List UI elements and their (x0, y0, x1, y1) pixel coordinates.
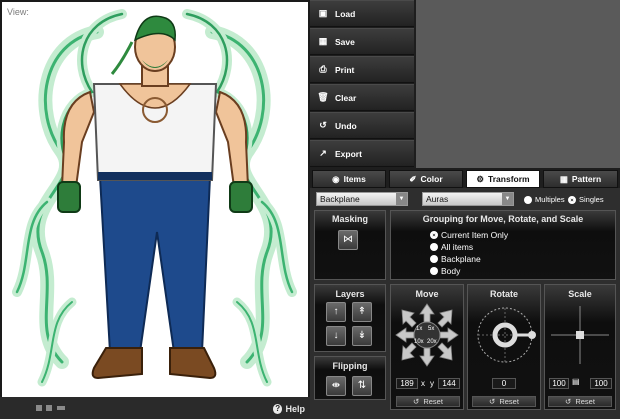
pose-body-icon[interactable] (46, 405, 52, 411)
trash-icon: 🗑 (317, 92, 329, 102)
move-x-field[interactable]: 189 (396, 378, 418, 389)
step-10x-button[interactable]: 10x (414, 339, 424, 345)
tab-transform[interactable]: ⚙ Transform (466, 170, 540, 188)
flip-vertical-button[interactable]: ⇅ (352, 376, 372, 396)
x-label: x (421, 379, 425, 388)
grouping-option-current[interactable]: Current Item Only (430, 230, 508, 240)
reset-icon: ↺ (489, 397, 496, 406)
layer-bottom-button[interactable]: ↡ (352, 326, 372, 346)
radio-icon (430, 243, 438, 251)
reset-icon: ↺ (565, 397, 572, 406)
grouping-option-backplane[interactable]: Backplane (430, 254, 481, 264)
step-5x-button[interactable]: 5x (428, 326, 434, 332)
step-1x-button[interactable]: 1x (416, 326, 422, 332)
chevron-down-icon: ▼ (396, 193, 407, 205)
rotate-title: Rotate (489, 289, 518, 299)
scale-x-field[interactable]: 100 (549, 378, 569, 389)
scale-reset-button[interactable]: ↺ Reset (548, 396, 612, 407)
radio-selected-icon (568, 195, 576, 204)
layer-top-button[interactable]: ↟ (352, 302, 372, 322)
export-icon: ↗ (319, 148, 327, 158)
checker-icon: ▦ (559, 173, 568, 184)
singles-radio[interactable]: Singles (568, 195, 604, 204)
help-icon: ? (273, 404, 283, 414)
floppy-icon: ▦ (318, 36, 328, 46)
grouping-option-all[interactable]: All items (430, 242, 473, 252)
printer-icon: ⎙ (319, 64, 327, 74)
radio-icon (430, 255, 438, 263)
multiples-radio[interactable]: Multiples (524, 195, 565, 204)
character-canvas[interactable] (2, 2, 308, 397)
arrow-up-icon: ↑ (333, 306, 339, 317)
mask-icon: ⋈ (343, 234, 353, 245)
layer-down-button[interactable]: ↓ (326, 326, 346, 346)
undo-button[interactable]: ↺ Undo (310, 112, 414, 139)
scale-y-field[interactable]: 100 (590, 378, 612, 389)
help-button[interactable]: ? Help (273, 402, 305, 416)
move-y-field[interactable]: 144 (438, 378, 460, 389)
radio-icon (524, 195, 532, 204)
export-button[interactable]: ↗ Export (310, 140, 414, 167)
undo-icon: ↺ (319, 120, 327, 130)
mask-toggle-button[interactable]: ⋈ (338, 230, 358, 250)
masking-title: Masking (331, 214, 368, 224)
tab-pattern[interactable]: ▦ Pattern (543, 170, 618, 188)
scale-title: Scale (568, 289, 592, 299)
item-preview (416, 0, 620, 168)
folder-icon: ▣ (318, 8, 328, 18)
tab-items[interactable]: ◉ Items (312, 170, 386, 188)
layers-down-icon: ↡ (357, 330, 367, 341)
scale-pad[interactable] (547, 302, 613, 368)
flip-horizontal-icon: ⇼ (331, 380, 341, 391)
category-select[interactable]: Backplane ▼ (316, 192, 408, 206)
item-select[interactable]: Auras ▼ (422, 192, 514, 206)
flipping-title: Flipping (332, 361, 368, 371)
arrow-down-icon: ↓ (333, 330, 339, 341)
rotate-reset-button[interactable]: ↺ Reset (472, 396, 536, 407)
flip-horizontal-button[interactable]: ⇼ (326, 376, 346, 396)
print-button[interactable]: ⎙ Print (310, 56, 414, 83)
view-label: View: (7, 7, 29, 17)
grouping-option-body[interactable]: Body (430, 266, 460, 276)
rotate-field[interactable]: 0 (492, 378, 516, 389)
layers-title: Layers (335, 289, 365, 299)
radio-icon (430, 267, 438, 275)
brush-icon: ✐ (409, 173, 417, 184)
gear-icon: ⚙ (476, 173, 485, 184)
step-20x-button[interactable]: 20x (427, 339, 437, 345)
grouping-title: Grouping for Move, Rotate, and Scale (422, 214, 584, 224)
scale-lock-icon[interactable]: ▤ (572, 377, 580, 386)
move-reset-button[interactable]: ↺ Reset (396, 396, 460, 407)
save-button[interactable]: ▦ Save (310, 28, 414, 55)
tab-color[interactable]: ✐ Color (389, 170, 463, 188)
radio-selected-icon (430, 231, 438, 239)
load-button[interactable]: ▣ Load (310, 0, 414, 27)
clear-button[interactable]: 🗑 Clear (310, 84, 414, 111)
move-pad[interactable] (394, 302, 460, 368)
chevron-down-icon: ▼ (502, 193, 513, 205)
reset-icon: ↺ (413, 397, 420, 406)
rotate-dial[interactable] (472, 302, 538, 368)
pose-front-icon[interactable] (36, 405, 42, 411)
pose-flat-icon[interactable] (57, 406, 65, 410)
layer-up-button[interactable]: ↑ (326, 302, 346, 322)
flip-vertical-icon: ⇅ (357, 380, 367, 391)
hero-figure[interactable] (2, 2, 308, 397)
y-label: y (430, 379, 434, 388)
cube-icon: ◉ (332, 173, 340, 184)
layers-up-icon: ↟ (357, 306, 367, 317)
move-title: Move (415, 289, 439, 299)
